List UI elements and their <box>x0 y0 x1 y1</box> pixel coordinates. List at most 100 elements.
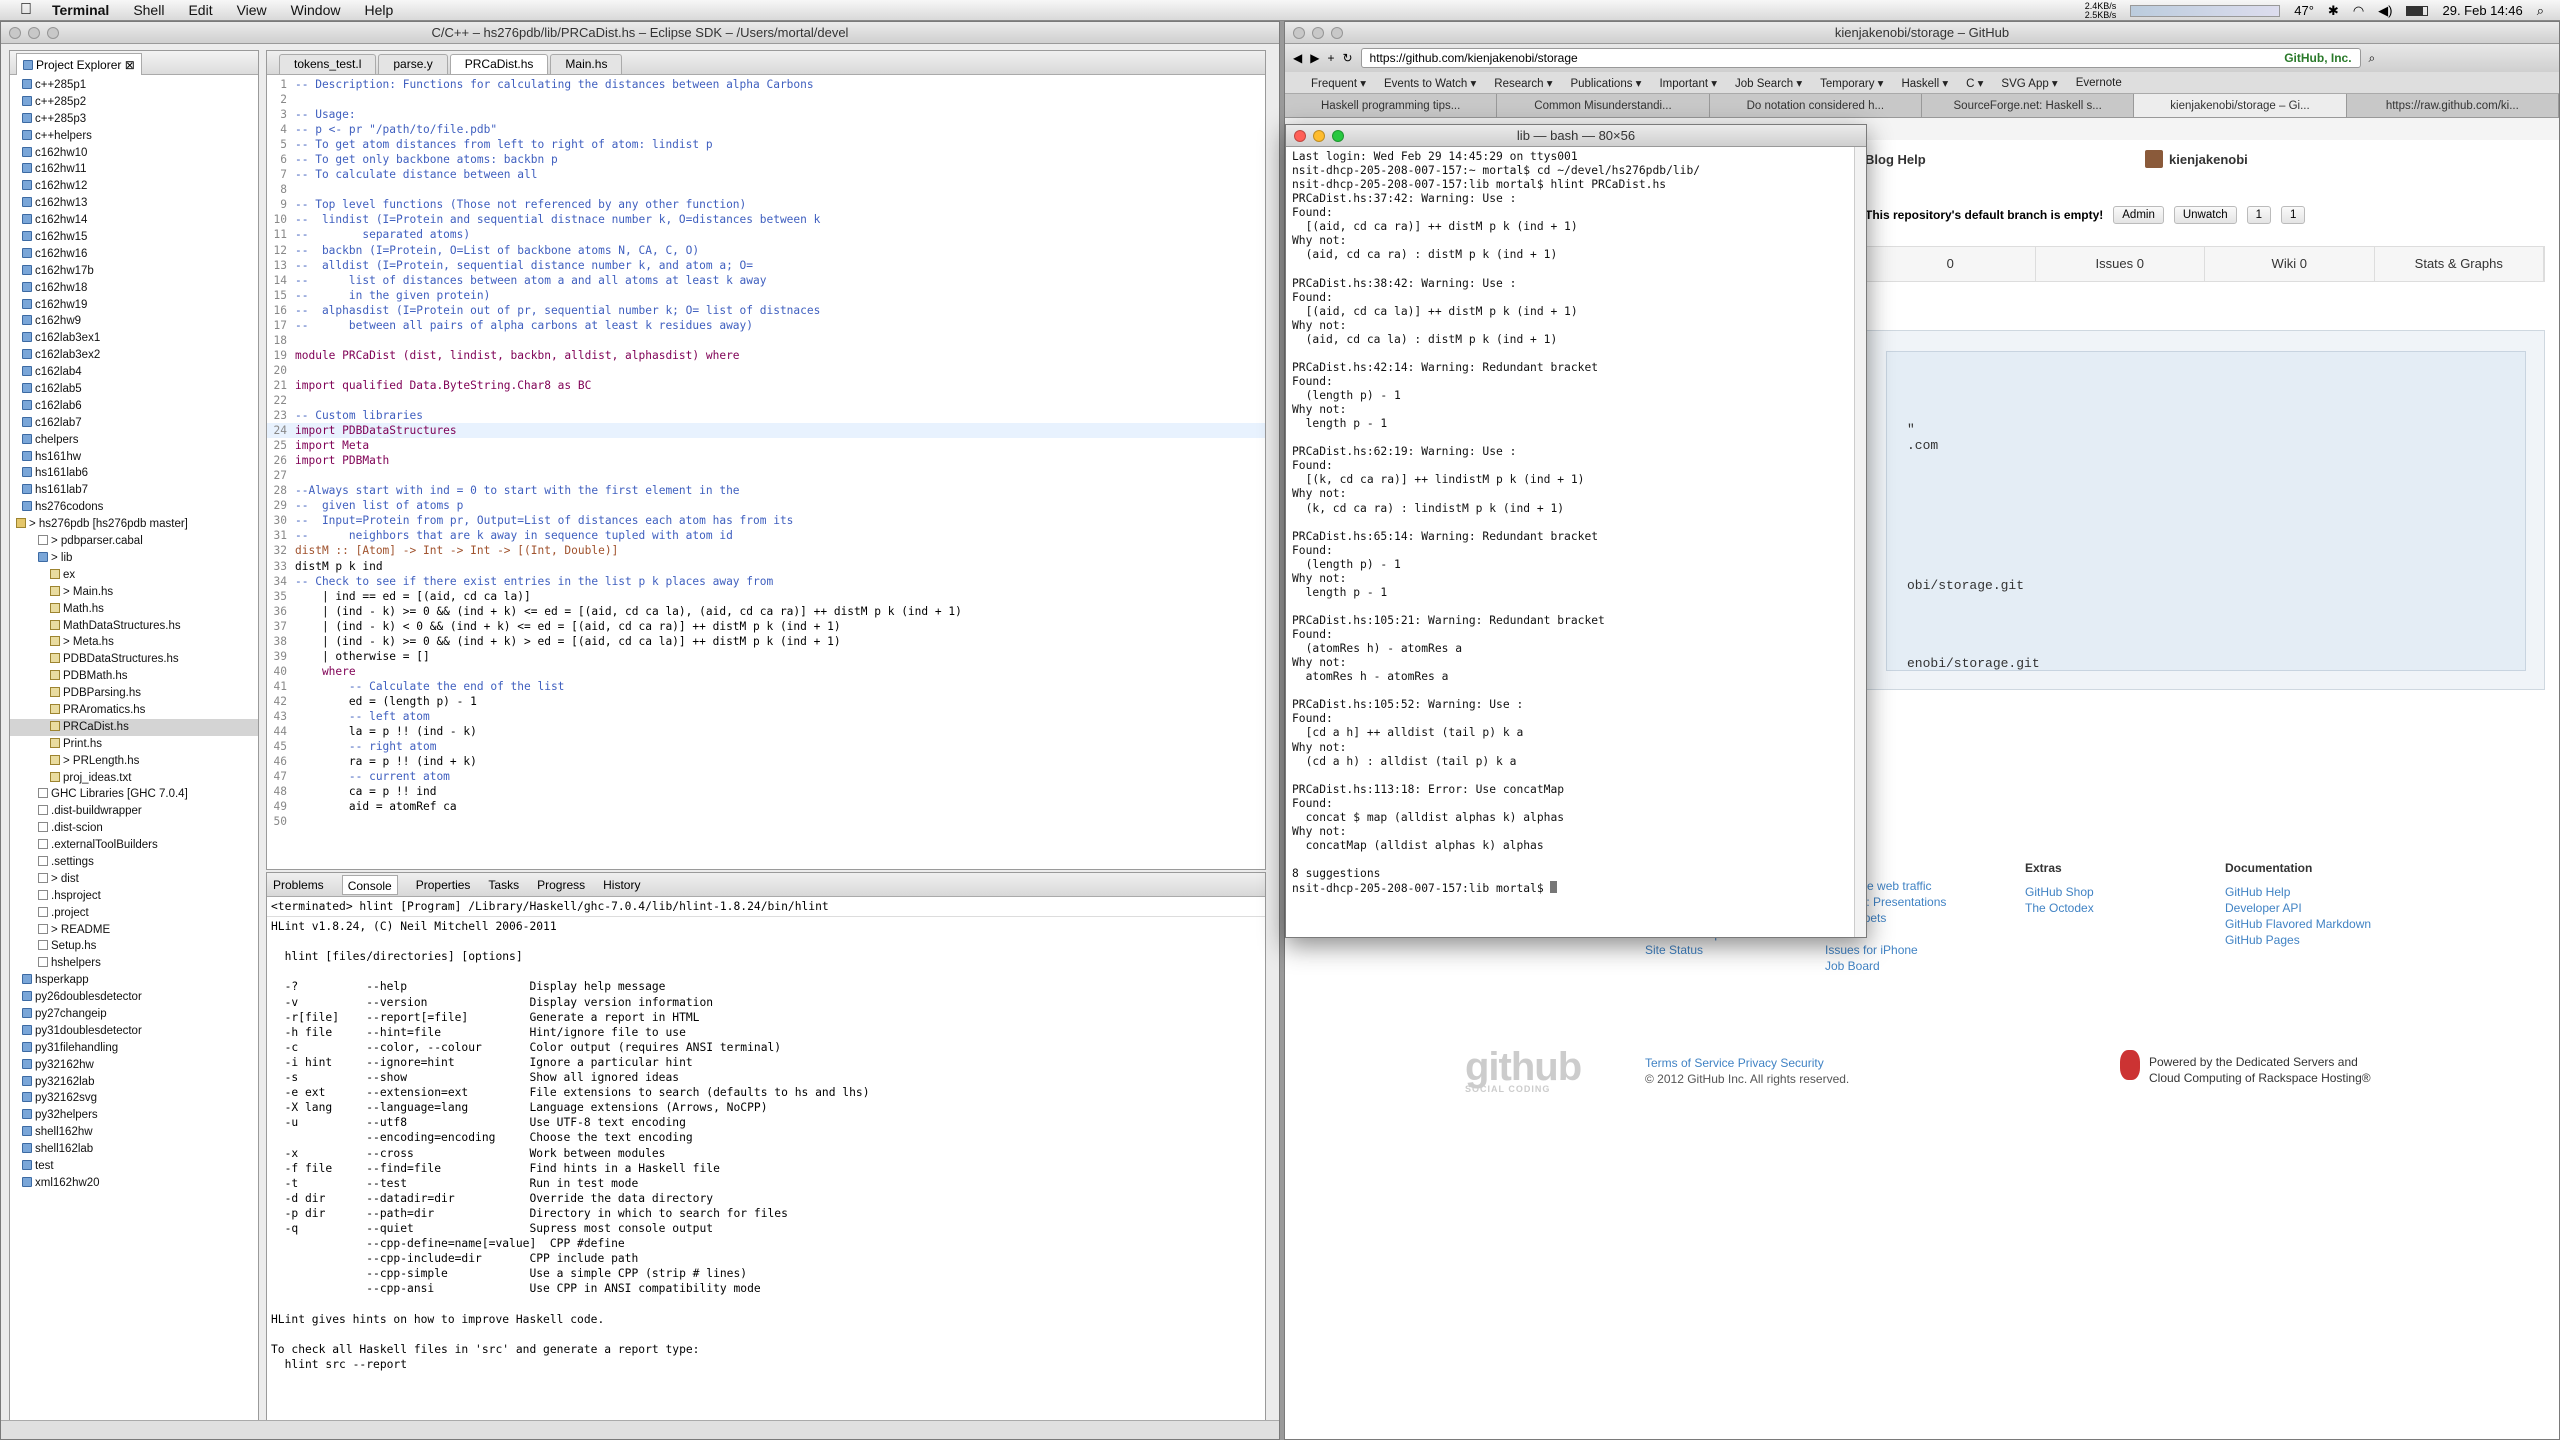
code-line[interactable]: 50 <box>267 814 1265 829</box>
browser-tab[interactable]: Do notation considered h... <box>1710 94 1922 117</box>
unwatch-button[interactable]: Unwatch <box>2173 206 2237 224</box>
footer-link[interactable]: Issues for iPhone <box>1825 942 1946 958</box>
tree-item[interactable]: Print.hs <box>10 736 258 753</box>
terminal-scrollbar[interactable] <box>1854 147 1866 937</box>
bookmark-item[interactable]: Frequent ▾ <box>1311 76 1366 90</box>
code-line[interactable]: 15 -- in the given protein) <box>267 288 1265 303</box>
footer-link-pages[interactable]: GitHub Pages <box>2225 932 2371 948</box>
subnav-stats[interactable]: Stats & Graphs <box>2375 247 2544 281</box>
tree-item[interactable]: shell162lab <box>10 1141 258 1158</box>
bookmark-item[interactable]: Job Search ▾ <box>1735 76 1802 90</box>
tree-item[interactable]: py27changeip <box>10 1006 258 1023</box>
tree-item[interactable]: hshelpers <box>10 955 258 972</box>
code-line[interactable]: 37 | (ind - k) < 0 && (ind + k) <= ed = … <box>267 619 1265 634</box>
menu-app[interactable]: Terminal <box>40 2 121 18</box>
terminal-titlebar[interactable]: lib — bash — 80×56 <box>1286 125 1866 147</box>
code-line[interactable]: 40 where <box>267 664 1265 679</box>
tree-item[interactable]: > dist <box>10 871 258 888</box>
tree-item[interactable]: > lib <box>10 550 258 567</box>
code-line[interactable]: 14 -- list of distances between atom a an… <box>267 273 1265 288</box>
code-line[interactable]: 38 | (ind - k) >= 0 && (ind + k) > ed = … <box>267 634 1265 649</box>
tree-item[interactable]: py32helpers <box>10 1107 258 1124</box>
code-line[interactable]: 34 -- Check to see if there exist entries… <box>267 574 1265 589</box>
certificate-label[interactable]: GitHub, Inc. <box>2284 49 2351 67</box>
volume-icon[interactable]: ◀) <box>2378 3 2392 19</box>
tree-item[interactable]: .dist-buildwrapper <box>10 803 258 820</box>
footer-link[interactable]: Job Board <box>1825 958 1946 974</box>
bookmark-item[interactable]: SVG App ▾ <box>2001 76 2057 90</box>
tab-prcadist[interactable]: PRCaDist.hs <box>449 54 549 74</box>
terminal-prompt-line[interactable]: nsit-dhcp-205-208-007-157:lib mortal$ <box>1292 881 1860 896</box>
browser-zoom-button[interactable] <box>1331 27 1343 39</box>
browser-tab[interactable]: SourceForge.net: Haskell s... <box>1922 94 2135 117</box>
tree-item[interactable]: .externalToolBuilders <box>10 837 258 854</box>
tree-item[interactable]: > Meta.hs <box>10 634 258 651</box>
eclipse-titlebar[interactable]: C/C++ – hs276pdb/lib/PRCaDist.hs – Eclip… <box>1 22 1279 44</box>
tab-console[interactable]: Console <box>341 874 398 895</box>
code-line[interactable]: 10 -- lindist (I=Protein and sequential d… <box>267 212 1265 227</box>
subnav-pulls[interactable]: 0 <box>1866 247 2036 281</box>
tree-item[interactable]: c162lab4 <box>10 364 258 381</box>
tree-item[interactable]: c162lab3ex2 <box>10 347 258 364</box>
tab-parse-y[interactable]: parse.y <box>378 54 448 74</box>
tab-problems[interactable]: Problems <box>273 878 324 892</box>
tree-item[interactable]: c162hw14 <box>10 212 258 229</box>
close-button[interactable] <box>9 27 21 39</box>
tree-item[interactable]: hs161lab7 <box>10 482 258 499</box>
code-line[interactable]: 32 distM :: [Atom] -> Int -> Int -> [(Int… <box>267 543 1265 558</box>
tree-item[interactable]: PRCaDist.hs <box>10 718 258 736</box>
tree-item[interactable]: py32162svg <box>10 1090 258 1107</box>
tree-item[interactable]: > hs276pdb [hs276pdb master] <box>10 516 258 533</box>
tab-tasks[interactable]: Tasks <box>488 878 519 892</box>
reload-icon[interactable]: ↻ <box>1342 51 1352 65</box>
code-line[interactable]: 29 -- given list of atoms p <box>267 498 1265 513</box>
tree-item[interactable]: .project <box>10 905 258 922</box>
bookmark-item[interactable]: Publications ▾ <box>1570 76 1641 90</box>
code-line[interactable]: 26 import PDBMath <box>267 453 1265 468</box>
tree-item[interactable]: GHC Libraries [GHC 7.0.4] <box>10 786 258 803</box>
browser-titlebar[interactable]: kienjakenobi/storage – GitHub <box>1285 22 2559 44</box>
code-line[interactable]: 7 -- To calculate distance between all <box>267 167 1265 182</box>
menu-shell[interactable]: Shell <box>121 2 176 18</box>
code-line[interactable]: 25 import Meta <box>267 438 1265 453</box>
bookmark-item[interactable]: Research ▾ <box>1494 76 1552 90</box>
code-line[interactable]: 27 <box>267 468 1265 483</box>
footer-link-shop[interactable]: GitHub Shop <box>2025 884 2094 900</box>
code-line[interactable]: 47 -- current atom <box>267 769 1265 784</box>
bookmark-item[interactable]: Important ▾ <box>1659 76 1717 90</box>
clock[interactable]: 29. Feb 14:46 <box>2442 3 2522 18</box>
code-line[interactable]: 41 -- Calculate the end of the list <box>267 679 1265 694</box>
tree-item[interactable]: py31doublesdetector <box>10 1023 258 1040</box>
bookmark-item[interactable]: Temporary ▾ <box>1820 76 1883 90</box>
code-line[interactable]: 21 import qualified Data.ByteString.Char8… <box>267 378 1265 393</box>
tree-item[interactable]: Math.hs <box>10 601 258 618</box>
browser-close-button[interactable] <box>1293 27 1305 39</box>
terminal-minimize-button[interactable] <box>1313 130 1325 142</box>
url-field[interactable]: https://github.com/kienjakenobi/storage … <box>1360 48 2361 68</box>
tree-item[interactable]: c++285p1 <box>10 77 258 94</box>
tree-item[interactable]: proj_ideas.txt <box>10 770 258 787</box>
tree-item[interactable]: PDBParsing.hs <box>10 685 258 702</box>
tab-tokens-test[interactable]: tokens_test.l <box>279 54 377 74</box>
tree-item[interactable]: c++helpers <box>10 128 258 145</box>
tree-item[interactable]: > pdbparser.cabal <box>10 533 258 550</box>
code-line[interactable]: 6 -- To get only backbone atoms: backbn p <box>267 152 1265 167</box>
menu-window[interactable]: Window <box>279 2 353 18</box>
tab-progress[interactable]: Progress <box>537 878 585 892</box>
tree-item[interactable]: PRAromatics.hs <box>10 702 258 719</box>
minimize-button[interactable] <box>28 27 40 39</box>
tree-item[interactable]: c162lab6 <box>10 398 258 415</box>
menu-edit[interactable]: Edit <box>176 2 224 18</box>
code-line[interactable]: 31 -- neighbors that are k away in sequen… <box>267 528 1265 543</box>
code-line[interactable]: 1 -- Description: Functions for calculati… <box>267 77 1265 92</box>
tree-item[interactable]: py31filehandling <box>10 1040 258 1057</box>
code-area[interactable]: 1 -- Description: Functions for calculati… <box>267 75 1265 829</box>
menu-view[interactable]: View <box>225 2 279 18</box>
admin-button[interactable]: Admin <box>2113 206 2164 224</box>
footer-link-markdown[interactable]: GitHub Flavored Markdown <box>2225 916 2371 932</box>
code-line[interactable]: 24 import PDBDataStructures <box>267 423 1265 439</box>
code-line[interactable]: 3 -- Usage: <box>267 107 1265 122</box>
tree-item[interactable]: .settings <box>10 854 258 871</box>
code-line[interactable]: 48 ca = p !! ind <box>267 784 1265 799</box>
tree-item[interactable]: shell162hw <box>10 1124 258 1141</box>
